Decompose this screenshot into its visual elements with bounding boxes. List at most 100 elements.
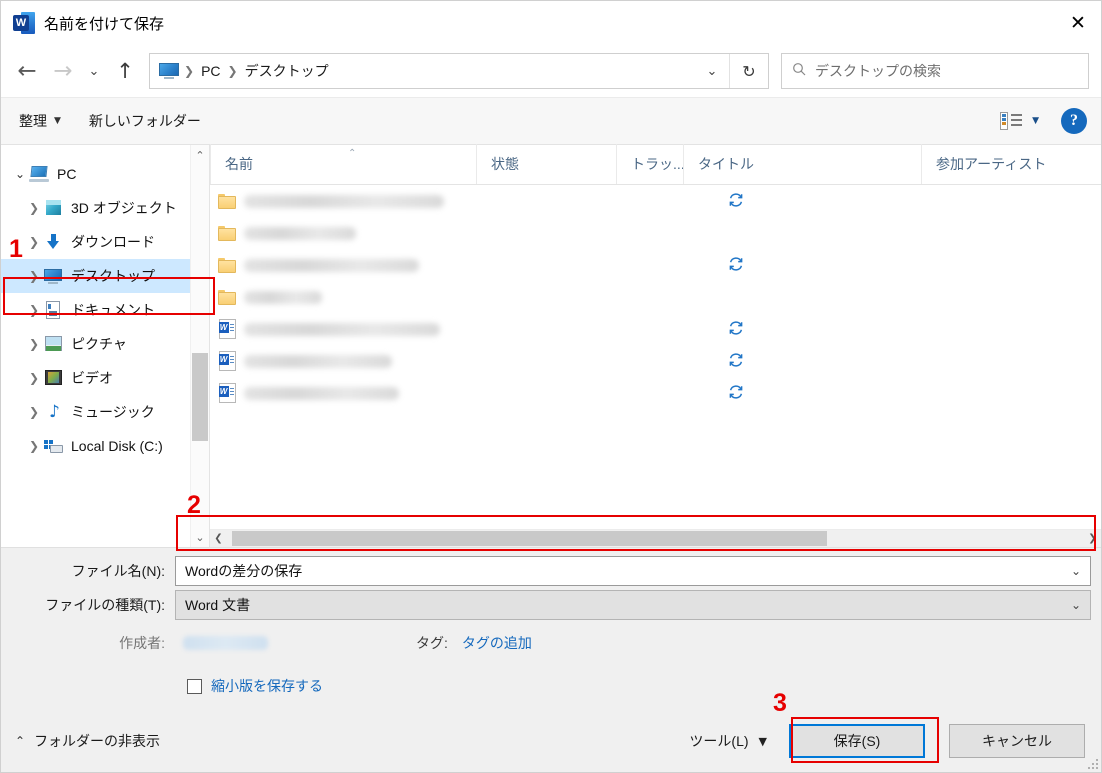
tools-button[interactable]: ツール(L)	[689, 731, 748, 751]
filetype-row: ファイルの種類(T): Word 文書 ⌄	[1, 586, 1101, 624]
hscroll-left-icon[interactable]: ❮	[210, 530, 227, 547]
author-value-redacted[interactable]	[183, 636, 268, 650]
filetype-select[interactable]: Word 文書 ⌄	[175, 590, 1091, 620]
folder-icon	[210, 257, 244, 273]
word-document-icon: W	[210, 383, 244, 403]
tree-item-pc[interactable]: ⌄ PC	[1, 157, 209, 191]
annotation-number-2: 2	[187, 491, 201, 519]
dialog-footer: ⌃ フォルダーの非表示 ツール(L) ▼ 保存(S) キャンセル	[1, 710, 1101, 772]
chevron-down-icon[interactable]: ⌄	[1071, 598, 1081, 612]
file-list-pane: ⌃ 名前 状態 トラッ... タイトル 参加アーティスト WWW ❮ ❯	[209, 144, 1101, 547]
column-header[interactable]: 名前	[210, 144, 476, 184]
file-list-row[interactable]	[210, 185, 1101, 217]
pc-icon	[29, 165, 50, 183]
recent-locations-icon[interactable]: ⌄	[81, 53, 107, 89]
tree-scroll-up-icon[interactable]: ⌃	[191, 145, 209, 165]
tree-scrollbar[interactable]: ⌃ ⌄	[190, 145, 209, 547]
navigation-bar: ← → ⌄ ↑ ❯ PC ❯ デスクトップ ⌄ ↻ デスクトップの検索	[1, 45, 1101, 97]
3d-objects-icon	[43, 199, 64, 217]
folder-icon	[210, 193, 244, 209]
file-list-row[interactable]	[210, 217, 1101, 249]
forward-icon[interactable]: →	[45, 53, 81, 89]
save-thumbnail-checkbox[interactable]	[187, 678, 202, 694]
tree-item-local-disk--c--[interactable]: ❯ Local Disk (C:)	[1, 429, 209, 463]
tree-item-label: ビデオ	[71, 370, 113, 386]
annotation-number-1: 1	[9, 235, 23, 263]
chevron-down-icon[interactable]: ⌄	[11, 167, 29, 181]
chevron-down-icon[interactable]: ⌄	[695, 54, 729, 88]
file-name-redacted	[244, 226, 356, 240]
chevron-down-icon[interactable]: ⌄	[1071, 564, 1081, 578]
chevron-right-icon[interactable]: ❯	[25, 201, 43, 215]
chevron-right-icon[interactable]: ❯	[25, 337, 43, 351]
tree-item-ピクチャ[interactable]: ❯ ピクチャ	[1, 327, 209, 361]
chevron-right-icon[interactable]: ❯	[25, 303, 43, 317]
breadcrumb-separator: ❯	[184, 64, 195, 78]
file-name-redacted	[244, 386, 399, 400]
close-icon[interactable]: ✕	[1055, 1, 1101, 45]
breadcrumb-item-pc[interactable]: PC	[197, 63, 224, 79]
view-mode-icon[interactable]	[1000, 112, 1023, 130]
refresh-icon[interactable]: ↻	[729, 54, 768, 88]
file-name-redacted	[244, 322, 440, 336]
file-list-row[interactable]: W	[210, 313, 1101, 345]
chevron-right-icon[interactable]: ❯	[25, 439, 43, 453]
hscroll-right-icon[interactable]: ❯	[1084, 530, 1101, 547]
back-icon[interactable]: ←	[9, 53, 45, 89]
tree-item-3d-オブジェクト[interactable]: ❯ 3D オブジェクト	[1, 191, 209, 225]
filename-input[interactable]: Wordの差分の保存 ⌄	[175, 556, 1091, 586]
file-name-redacted	[244, 258, 419, 272]
new-folder-button[interactable]: 新しいフォルダー	[89, 111, 201, 131]
file-list-rows[interactable]: WWW	[210, 185, 1101, 529]
file-list-header: ⌃ 名前 状態 トラッ... タイトル 参加アーティスト	[210, 144, 1101, 185]
chevron-right-icon[interactable]: ❯	[25, 405, 43, 419]
column-header[interactable]: 状態	[476, 144, 616, 184]
tree-item-ドキュメント[interactable]: ❯ ドキュメント	[1, 293, 209, 327]
sync-icon	[728, 256, 744, 275]
folder-icon	[210, 225, 244, 241]
organize-button[interactable]: 整理 ▼	[19, 111, 61, 131]
column-header[interactable]: タイトル	[683, 144, 921, 184]
tree-item-label: ダウンロード	[71, 234, 155, 250]
chevron-right-icon[interactable]: ❯	[25, 235, 43, 249]
tree-item-デスクトップ[interactable]: ❯ デスクトップ	[1, 259, 209, 293]
tree-item-label: PC	[57, 166, 77, 182]
view-mode-chevron-down-icon[interactable]: ▼	[1032, 116, 1039, 126]
save-thumbnail-label[interactable]: 縮小版を保存する	[211, 676, 323, 696]
file-list-row[interactable]	[210, 281, 1101, 313]
chevron-right-icon[interactable]: ❯	[25, 371, 43, 385]
cancel-button[interactable]: キャンセル	[949, 724, 1085, 758]
hscroll-thumb[interactable]	[232, 531, 827, 546]
tree-scrollbar-thumb[interactable]	[192, 353, 208, 441]
hard-disk-icon	[43, 437, 64, 455]
file-list-row[interactable]: W	[210, 345, 1101, 377]
tree-item-ダウンロード[interactable]: ❯ ダウンロード	[1, 225, 209, 259]
breadcrumb[interactable]: ❯ PC ❯ デスクトップ	[150, 61, 695, 81]
tree-scroll-down-icon[interactable]: ⌄	[191, 527, 209, 547]
save-as-dialog: W 名前を付けて保存 ✕ ← → ⌄ ↑ ❯ PC ❯ デスクトップ ⌄ ↻ デ…	[0, 0, 1102, 773]
hide-folders-button[interactable]: ⌃ フォルダーの非表示	[15, 731, 160, 751]
chevron-right-icon[interactable]: ❯	[25, 269, 43, 283]
address-bar[interactable]: ❯ PC ❯ デスクトップ ⌄ ↻	[149, 53, 769, 89]
breadcrumb-item-desktop[interactable]: デスクトップ	[241, 61, 333, 81]
file-list-row[interactable]: W	[210, 377, 1101, 409]
tree-item-ビデオ[interactable]: ❯ ビデオ	[1, 361, 209, 395]
help-button[interactable]: ?	[1061, 108, 1087, 134]
breadcrumb-separator: ❯	[227, 64, 238, 78]
add-tag-link[interactable]: タグの追加	[462, 633, 532, 653]
search-box[interactable]: デスクトップの検索	[781, 53, 1089, 89]
tree-item-label: ドキュメント	[71, 302, 155, 318]
file-list-row[interactable]	[210, 249, 1101, 281]
sync-icon	[728, 352, 744, 371]
column-header[interactable]: 参加アーティスト	[921, 144, 1061, 184]
save-form: ファイル名(N): Wordの差分の保存 ⌄ ファイルの種類(T): Word …	[1, 548, 1101, 772]
search-input[interactable]: デスクトップの検索	[815, 61, 941, 81]
save-button[interactable]: 保存(S)	[789, 724, 925, 758]
window-title: 名前を付けて保存	[44, 15, 165, 33]
resize-grip[interactable]	[1086, 757, 1098, 769]
up-one-level-icon[interactable]: ↑	[107, 53, 143, 89]
tree-item-ミュージック[interactable]: ❯ ♪ ミュージック	[1, 395, 209, 429]
column-header[interactable]: トラッ...	[616, 144, 683, 184]
tools-chevron-down-icon[interactable]: ▼	[759, 735, 767, 748]
file-list-horizontal-scrollbar[interactable]: ❮ ❯	[210, 529, 1101, 547]
